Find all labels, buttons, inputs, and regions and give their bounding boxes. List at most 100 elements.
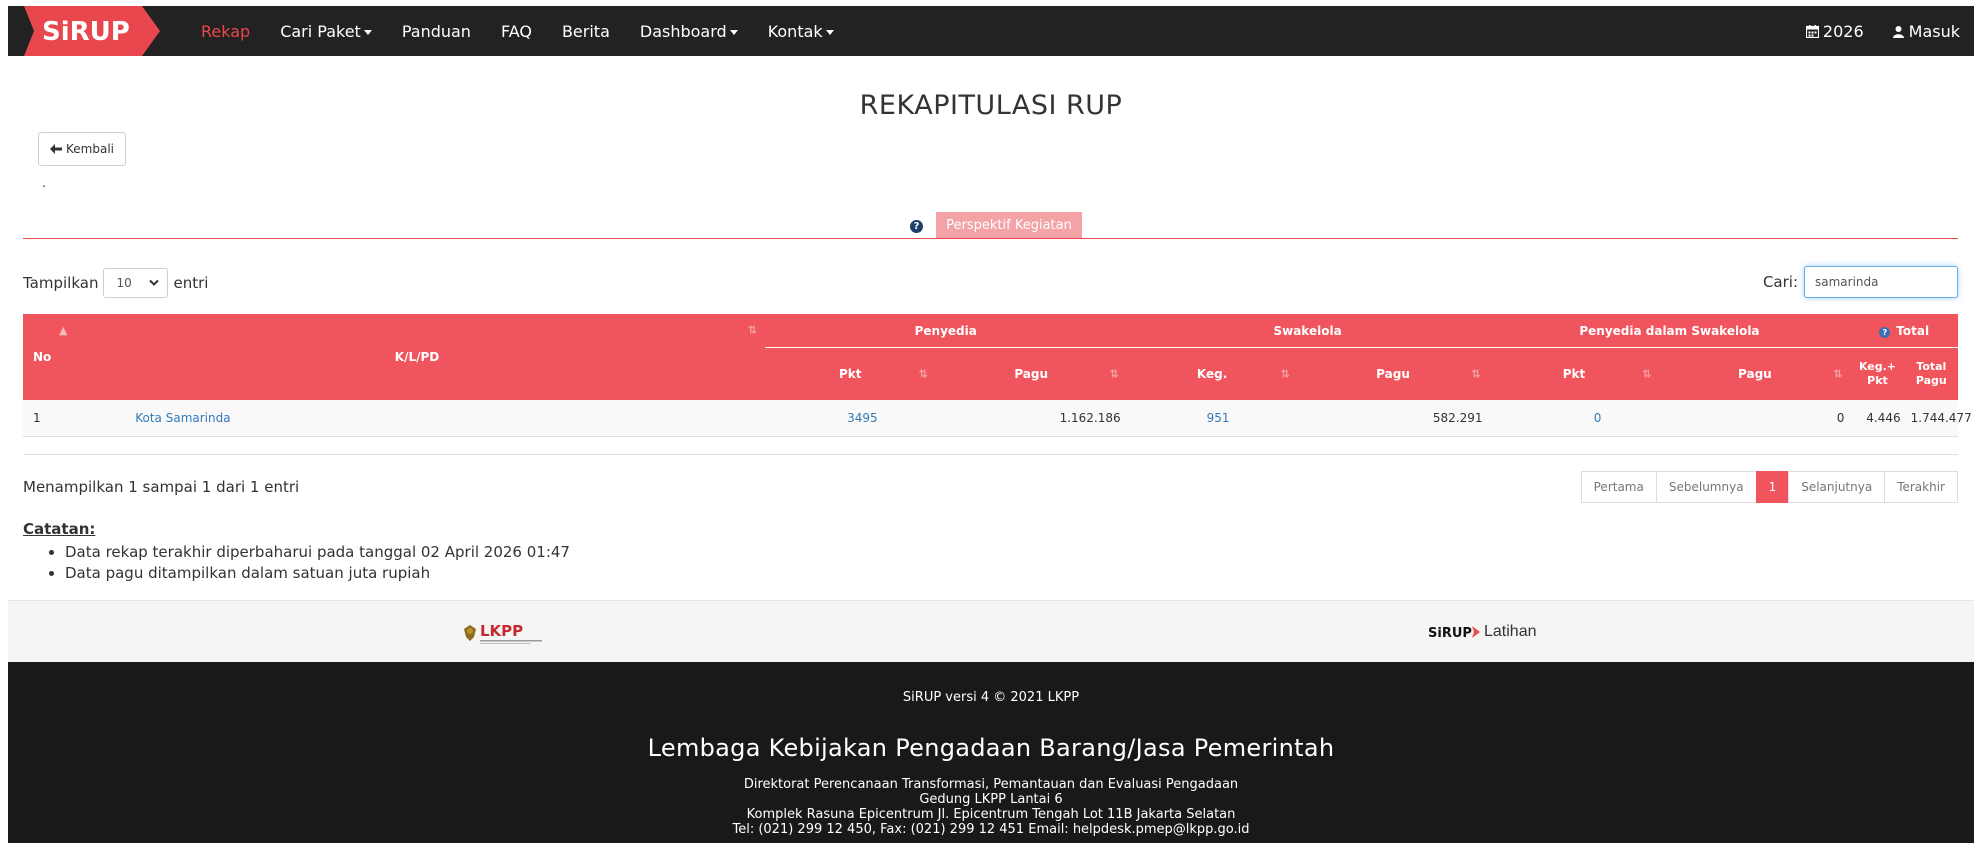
back-label: Kembali: [66, 142, 114, 156]
col-label: Pagu: [1376, 367, 1410, 381]
sirup-small-text: SiRUP: [1428, 626, 1472, 640]
question-icon[interactable]: ?: [910, 220, 923, 233]
sort-icon: ⇅: [1642, 367, 1652, 381]
info-icon[interactable]: ?: [1879, 327, 1891, 338]
address-line: Gedung LKPP Lantai 6: [919, 792, 1063, 807]
login-link[interactable]: Masuk: [1864, 22, 1960, 41]
nav-dashboard[interactable]: Dashboard: [625, 22, 753, 41]
col-label: Keg.: [1196, 367, 1228, 381]
pds-pkt-link[interactable]: 0: [1594, 411, 1602, 425]
col-header-keg-pkt[interactable]: Keg.+ Pkt: [1850, 348, 1905, 400]
lkpp-logo[interactable]: LKPP: [462, 619, 546, 647]
page-next[interactable]: Selanjutnya: [1788, 471, 1886, 503]
back-button[interactable]: Kembali: [38, 132, 126, 166]
sirup-logo[interactable]: SiRUP: [24, 6, 160, 56]
col-label: Pagu: [1014, 367, 1049, 381]
year-selector[interactable]: 2026: [1778, 22, 1864, 41]
col-header-no[interactable]: No ▲: [23, 314, 70, 400]
nav-cari-paket[interactable]: Cari Paket: [265, 22, 387, 41]
page-title: REKAPITULASI RUP: [859, 90, 1123, 121]
group-header-swakelola: Swakelola: [1126, 314, 1489, 348]
cell-klpd: Kota Samarinda: [69, 400, 765, 437]
cell-total-kegpkt: 4.446: [1850, 400, 1905, 437]
sort-icon: ⇅: [1471, 367, 1481, 381]
sort-icon: ⇅: [747, 323, 757, 337]
notes: Catatan: Data rekap terakhir diperbaharu…: [23, 520, 570, 584]
entries-select[interactable]: 10: [103, 268, 169, 298]
lkpp-logo-text: LKPP: [480, 622, 523, 640]
search-input[interactable]: [1804, 266, 1958, 298]
col-header-klpd[interactable]: K/L/PD ⇅: [69, 314, 765, 400]
arrow-left-icon: [50, 144, 62, 154]
group-swakelola-label: Swakelola: [1273, 324, 1342, 338]
col-header-penyedia-pkt[interactable]: Pkt ⇅: [764, 348, 936, 400]
version-text: SiRUP versi 4 © 2021 LKPP: [902, 690, 1080, 705]
search-label: Cari:: [1762, 273, 1798, 291]
col-klpd-label: K/L/PD: [394, 350, 440, 364]
table-info: Menampilkan 1 sampai 1 dari 1 entri: [23, 478, 300, 496]
footer: SiRUP versi 4 © 2021 LKPP Lembaga Kebija…: [8, 662, 1974, 843]
cell-total-pagu: 1.744.477: [1904, 400, 1972, 437]
tab-perspektif-kegiatan[interactable]: Perspektif Kegiatan: [936, 212, 1082, 239]
cell-penyedia-pkt: 3495: [764, 400, 936, 437]
length-suffix: entri: [173, 274, 209, 292]
group-header-penyedia-swakelola: Penyedia dalam Swakelola: [1488, 314, 1851, 348]
page-previous[interactable]: Sebelumnya: [1655, 471, 1757, 503]
nav-rekap[interactable]: Rekap: [186, 22, 265, 41]
caret-down-icon: [729, 29, 738, 35]
sort-icon: ⇅: [918, 367, 928, 381]
col-header-penyedia-pagu[interactable]: Pagu ⇅: [935, 348, 1127, 400]
col-header-swakelola-keg[interactable]: Keg. ⇅: [1126, 348, 1298, 400]
entries-select-value: 10: [116, 276, 132, 290]
rekap-table: No ▲ K/L/PD ⇅ Penyedia Swakelola Penyedi…: [23, 314, 1972, 455]
top-navbar: SiRUP Rekap Cari Paket Panduan FAQ Berit…: [8, 6, 1974, 56]
nav-dashboard-label: Dashboard: [639, 21, 727, 41]
list-item: Data rekap terakhir diperbaharui pada ta…: [65, 542, 570, 563]
sirup-small-logo: SiRUP: [1428, 626, 1480, 640]
sort-icon: ⇅: [1833, 367, 1843, 381]
col-label: Keg.+ Pkt: [1858, 360, 1897, 387]
caret-down-icon: [825, 29, 834, 35]
col-header-pds-pkt[interactable]: Pkt ⇅: [1488, 348, 1660, 400]
tab-divider: [23, 238, 1958, 239]
nav-berita[interactable]: Berita: [547, 22, 625, 41]
nav-kontak-label: Kontak: [767, 21, 823, 41]
cell-pds-pkt: 0: [1488, 400, 1660, 437]
col-header-pds-pagu[interactable]: Pagu ⇅: [1659, 348, 1851, 400]
col-no-label: No: [33, 350, 52, 364]
list-item: Data pagu ditampilkan dalam satuan juta …: [65, 563, 570, 584]
table-search: Cari:: [1763, 266, 1958, 298]
nav-kontak[interactable]: Kontak: [753, 22, 849, 41]
calendar-icon: [1805, 24, 1819, 38]
organization-name: Lembaga Kebijakan Pengadaan Barang/Jasa …: [647, 734, 1335, 762]
notes-list: Data rekap terakhir diperbaharui pada ta…: [65, 542, 570, 584]
sort-icon: ⇅: [1280, 367, 1290, 381]
col-label: Pagu: [1738, 367, 1772, 381]
group-header-total: ? Total: [1850, 314, 1958, 348]
page-last[interactable]: Terakhir: [1884, 471, 1958, 503]
address-line: Tel: (021) 299 12 450, Fax: (021) 299 12…: [732, 822, 1250, 837]
nav-faq[interactable]: FAQ: [486, 22, 547, 41]
sirup-latihan-logo[interactable]: SiRUP Latihan: [1428, 623, 1537, 641]
swakelola-keg-link[interactable]: 951: [1207, 411, 1230, 425]
col-header-swakelola-pagu[interactable]: Pagu ⇅: [1297, 348, 1489, 400]
dot-mark: .: [42, 176, 46, 190]
penyedia-pkt-link[interactable]: 3495: [847, 411, 878, 425]
page-first[interactable]: Pertama: [1580, 471, 1657, 503]
chevron-down-icon: [149, 279, 160, 286]
nav-cari-paket-label: Cari Paket: [280, 21, 361, 41]
empty-cell: [23, 436, 1958, 455]
klpd-link[interactable]: Kota Samarinda: [135, 411, 230, 425]
col-header-total-pagu[interactable]: Total Pagu: [1904, 348, 1958, 400]
col-label: Total Pagu: [1915, 360, 1947, 387]
sort-asc-icon: ▲: [59, 324, 68, 337]
latihan-label: Latihan: [1484, 623, 1537, 640]
sort-icon: ⇅: [1109, 367, 1119, 381]
nav-panduan[interactable]: Panduan: [387, 22, 486, 41]
page-1[interactable]: 1: [1755, 471, 1790, 503]
entries-length-control: Tampilkan 10 entri: [23, 268, 208, 298]
group-penyedia-label: Penyedia: [914, 324, 977, 338]
main-nav: Rekap Cari Paket Panduan FAQ Berita Dash…: [186, 6, 849, 56]
table-row: 1 Kota Samarinda 3495 1.162.186 951 582.…: [23, 400, 1972, 437]
logo-text: SiRUP: [42, 17, 130, 47]
